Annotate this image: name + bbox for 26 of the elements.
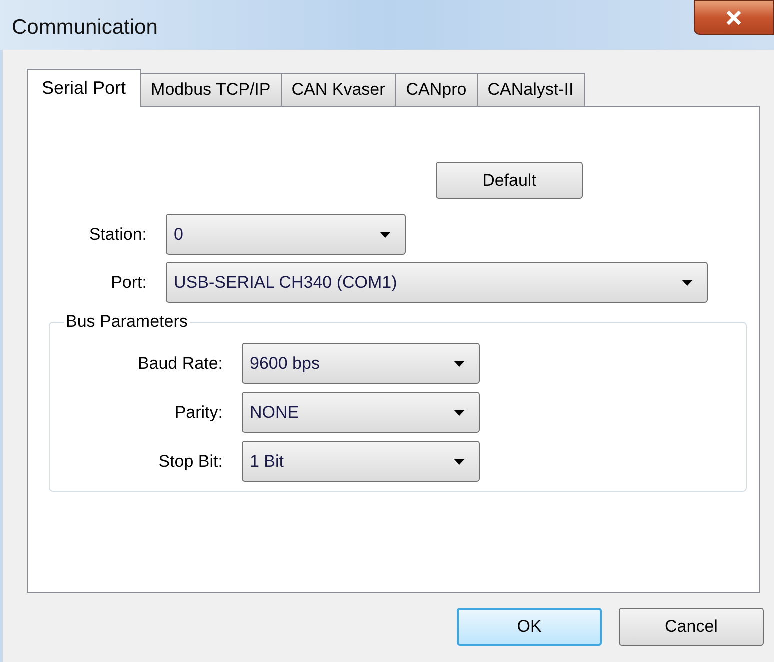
field-label: Baud Rate: [136,352,224,375]
dialog-button[interactable]: Cancel [619,608,764,646]
window-title: Communication [12,15,158,41]
close-button[interactable] [694,0,774,35]
caret-icon [682,280,693,286]
tab[interactable]: Serial Port [27,69,142,107]
field-label: Parity: [174,402,224,424]
tab[interactable]: CAN Kvaser [280,73,396,106]
tab[interactable]: Modbus TCP/IP [140,73,282,106]
caret-icon [380,232,391,238]
default-button[interactable]: Default [436,162,583,199]
dropdown[interactable]: USB-SERIAL CH340 (COM1) [166,262,708,303]
field-label: Port: [110,272,148,294]
field-label: Station: [88,224,148,246]
tab[interactable]: CANalyst-II [476,73,585,106]
caret-icon [454,458,465,464]
dropdown[interactable]: NONE [242,392,480,433]
caret-icon [454,360,465,366]
dropdown[interactable]: 1 Bit [242,441,480,482]
field-label: Stop Bit: [158,450,224,473]
tab[interactable]: CANpro [395,73,478,106]
caret-icon [454,410,465,416]
dropdown[interactable]: 9600 bps [242,343,480,384]
dialog-button[interactable]: OK [457,608,602,646]
dropdown[interactable]: 0 [166,214,406,255]
close-icon [726,10,742,24]
